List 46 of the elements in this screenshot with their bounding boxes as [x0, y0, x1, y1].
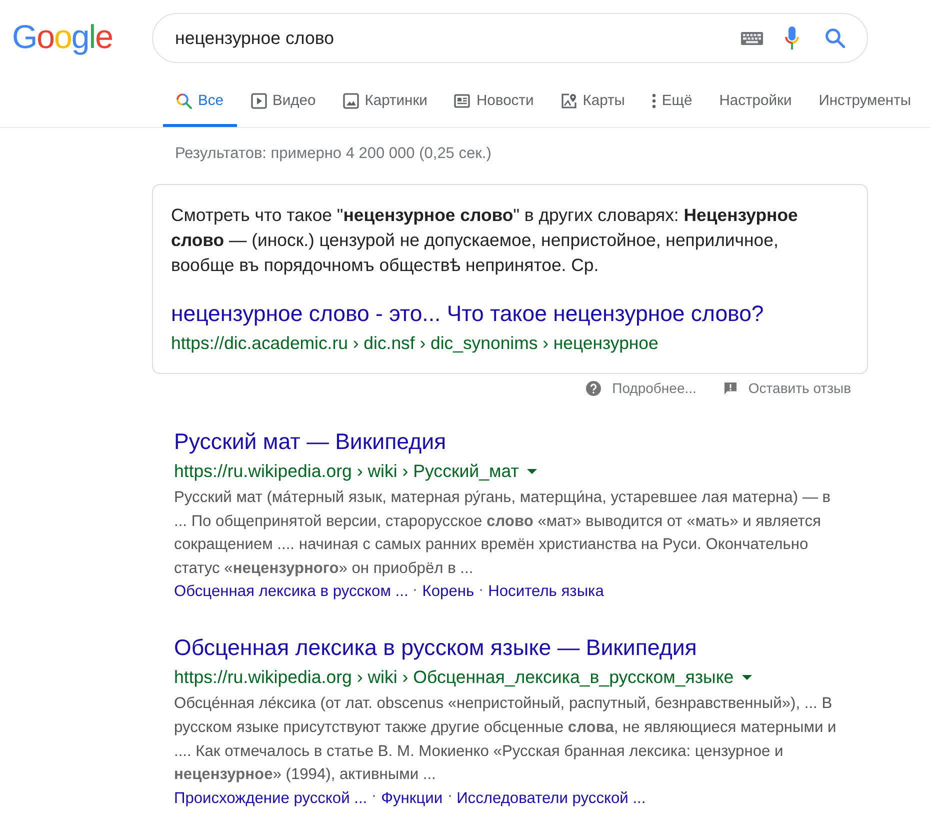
image-icon: [342, 92, 359, 108]
map-pin-icon: [560, 92, 577, 108]
tab[interactable]: Настройки: [706, 81, 805, 127]
tab[interactable]: Инструменты: [806, 81, 924, 127]
result-title-link[interactable]: Русский мат — Википедия: [174, 429, 846, 455]
separator-dot-icon: [480, 588, 482, 591]
search-icon[interactable]: [825, 28, 845, 48]
logo[interactable]: Google: [12, 17, 112, 57]
keyboard-icon[interactable]: [741, 32, 763, 44]
search-field[interactable]: нецензурное слово: [175, 28, 721, 48]
sitelink[interactable]: Носитель языка: [488, 580, 604, 604]
result-snippet: Обсце́нная ле́ксика (от лат. obscenus «непристойный, распутный, безнравственный»), ... В русском языке присутствуют также другие обсценные слова, не являющиеся матерными и .... Как отмечалось в статье В. М. Мокиенко «Русская бранная лексика: цензурное и нецензурное» (1994), активными ...: [174, 694, 838, 786]
more-icon: [652, 92, 656, 108]
newspaper-icon: [454, 92, 470, 108]
microphone-icon[interactable]: [785, 26, 799, 50]
separator-dot-icon: [448, 795, 451, 798]
sitelink[interactable]: Обсценная лексика в русском ...: [174, 580, 408, 604]
help-link[interactable]: Подробнее...: [586, 380, 696, 396]
sitelink[interactable]: Происхождение русской ...: [174, 786, 368, 811]
search-bar[interactable]: нецензурное слово: [152, 13, 868, 63]
separator-dot-icon: [414, 588, 416, 591]
caret-icon[interactable]: [526, 468, 537, 474]
feedback-icon: [724, 382, 738, 394]
separator-dot-icon: [373, 795, 376, 798]
play-icon: [250, 92, 266, 108]
tab[interactable]: Новости: [441, 81, 547, 127]
sitelink[interactable]: Исследователи русской ...: [456, 786, 646, 811]
sitelink[interactable]: Корень: [422, 580, 474, 604]
snippet-text: Смотреть что такое "нецензурное слово" в других словарях: Нецензурное слово — (иноск.) цензурой не допускаемое, непристойное, неприличное, вообще въ порядочномъ обществѣ непринятое. Ср.: [171, 204, 799, 277]
result-url: https://ru.wikipedia.org › wiki › Обсценная_лексика_в_русском_языке: [174, 666, 734, 690]
search-icon: [176, 92, 192, 108]
result-title-link[interactable]: Обсценная лексика в русском языке — Википедия: [174, 635, 846, 662]
tab[interactable]: Все: [163, 81, 236, 127]
feedback-link[interactable]: Оставить отзыв: [724, 380, 851, 396]
result-snippet: Русский мат (ма́терный язык, матерная ру́гань, матерщи́на, устаревшее лая матерна) — в ... По общепринятой версии, старорусское слово «мат» выводится от «мать» и является сокращением .... начиная с самых ранних времён христианства на Руси. Окончательно статус «нецензурного» он приобрёл в ...: [174, 488, 832, 579]
tab[interactable]: Видео: [238, 81, 329, 127]
result-url: https://ru.wikipedia.org › wiki › Русский_мат: [174, 460, 519, 483]
tab[interactable]: Картинки: [330, 81, 440, 127]
tab[interactable]: Карты: [548, 81, 638, 127]
result-stats: Результатов: примерно 4 200 000 (0,25 сек.): [175, 145, 492, 162]
result-url: https://dic.academic.ru › dic.nsf › dic_synonims › нецензурное: [171, 332, 660, 354]
help-icon: [586, 380, 602, 396]
tab[interactable]: Ещё: [638, 81, 706, 127]
result-title-link[interactable]: нецензурное слово - это... Что такое нецензурное слово?: [171, 301, 831, 327]
caret-icon[interactable]: [742, 674, 752, 680]
sitelink[interactable]: Функции: [381, 786, 443, 811]
